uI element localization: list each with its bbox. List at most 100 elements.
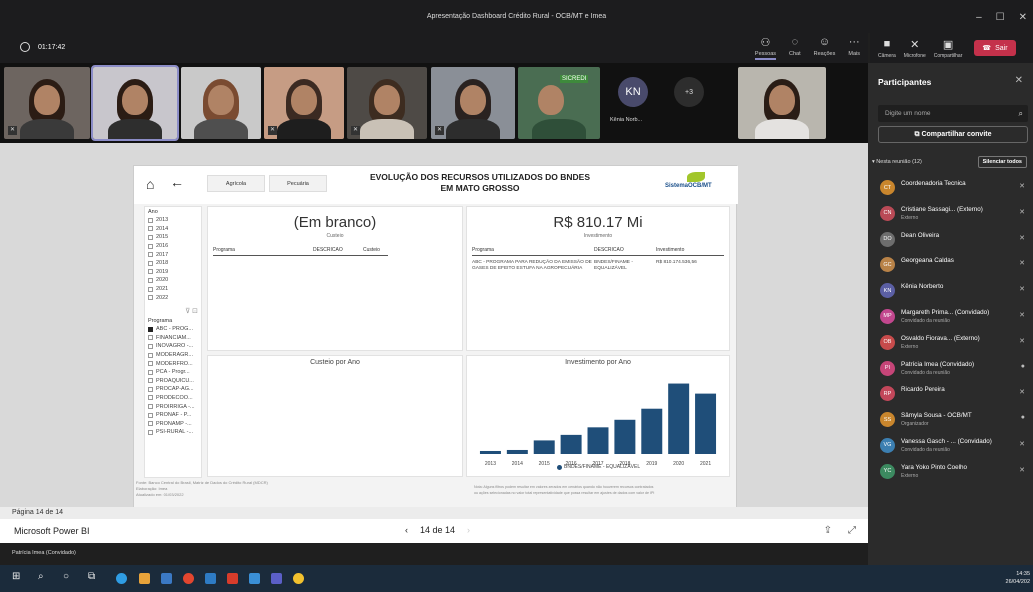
program-checkbox[interactable]: ABC - PROG...: [148, 325, 198, 334]
mic-status-icon: ●: [1020, 414, 1025, 422]
phone-icon: ☎: [982, 45, 992, 52]
program-checkbox[interactable]: MODERAGR...: [148, 351, 198, 360]
program-checkbox[interactable]: MODERFRO...: [148, 359, 198, 368]
maximize-button[interactable]: ☐: [996, 12, 1005, 23]
year-checkbox[interactable]: 2016: [148, 242, 198, 251]
program-checkbox[interactable]: PROIRRIGA -...: [148, 402, 198, 411]
program-checkbox[interactable]: PSI-RURAL -...: [148, 428, 198, 437]
meeting-toolbar: 01:17:42 ⚇ Pessoas ◌ Chat ☺ Reações ··· …: [0, 33, 868, 63]
program-checkbox[interactable]: INOVAGRO -...: [148, 342, 198, 351]
participant-row[interactable]: SS Sâmyla Sousa - OCB/MT Organizador ●: [868, 408, 1033, 434]
section-header[interactable]: ▾ Nesta reunião (12): [872, 159, 922, 165]
participant-row[interactable]: CT Coordenadoria Tecnica ✕: [868, 176, 1033, 202]
participant-row[interactable]: YC Yara Yoko Pinto Coelho Externo ✕: [868, 460, 1033, 486]
tab-pecuaria[interactable]: Pecuária: [269, 175, 327, 192]
camera-button[interactable]: ■ Câmera: [878, 38, 896, 59]
participant-row[interactable]: MP Margareth Prima... (Convidado) Convidad…: [868, 305, 1033, 331]
program-checkbox[interactable]: PRODECOO...: [148, 394, 198, 403]
year-checkbox[interactable]: 2013: [148, 216, 198, 225]
bar-2021[interactable]: [695, 393, 717, 454]
clear-filter-icon[interactable]: ⊽ ⊡: [148, 307, 198, 315]
store-icon[interactable]: [161, 573, 172, 584]
more-button[interactable]: ··· Mais: [848, 36, 860, 60]
year-checkbox[interactable]: 2018: [148, 259, 198, 268]
bar-2017[interactable]: [587, 427, 609, 454]
bar-2014[interactable]: [506, 449, 528, 454]
participant-row[interactable]: VG Vanessa Gasch - ... (Convidado) Convida…: [868, 434, 1033, 460]
program-checkbox[interactable]: PRONAF - P...: [148, 411, 198, 420]
system-clock[interactable]: 14:35 26/04/202: [1006, 570, 1030, 586]
cortana-icon[interactable]: ○: [63, 571, 69, 582]
video-tile[interactable]: ✕: [4, 67, 90, 139]
year-checkbox[interactable]: 2019: [148, 268, 198, 277]
fullscreen-icon[interactable]: ⤢: [848, 525, 856, 536]
video-tile-selected[interactable]: [91, 65, 179, 141]
chrome-icon[interactable]: [183, 573, 194, 584]
back-arrow-icon[interactable]: ←: [170, 174, 184, 190]
task-view-icon[interactable]: ⧉: [88, 571, 95, 582]
program-checkbox[interactable]: PROCAP-AG...: [148, 385, 198, 394]
overflow-count[interactable]: +3: [674, 77, 704, 107]
year-checkbox[interactable]: 2015: [148, 233, 198, 242]
leave-button[interactable]: ☎ Sair: [974, 40, 1016, 56]
file-explorer-icon[interactable]: [139, 573, 150, 584]
bar-2015[interactable]: [533, 440, 555, 454]
minimize-button[interactable]: –: [976, 12, 982, 23]
reactions-button[interactable]: ☺ Reações: [814, 36, 836, 60]
program-checkbox[interactable]: FINANCIAM...: [148, 334, 198, 343]
app-icon[interactable]: [227, 573, 238, 584]
participant-row[interactable]: PI Patrícia Imea (Convidado) Convidado da …: [868, 357, 1033, 383]
close-icon[interactable]: ✕: [1015, 75, 1023, 86]
share-icon[interactable]: ⇪: [824, 525, 832, 536]
bar-2016[interactable]: [560, 434, 582, 454]
video-tile[interactable]: SICREDI: [518, 67, 600, 139]
app-icon[interactable]: [293, 573, 304, 584]
bar-2020[interactable]: [668, 383, 690, 454]
video-tile[interactable]: [181, 67, 261, 139]
bar-2019[interactable]: [641, 408, 663, 454]
report-title-line2: EM MATO GROSSO: [440, 183, 520, 193]
home-icon[interactable]: ⌂: [146, 176, 154, 192]
video-tile-avatar[interactable]: KN Kênia Norb... +3: [604, 67, 724, 139]
tab-agricola[interactable]: Agrícola: [207, 175, 265, 192]
program-checkbox[interactable]: PRONAMP -...: [148, 419, 198, 428]
year-checkbox[interactable]: 2017: [148, 250, 198, 259]
bar-2018[interactable]: [614, 419, 636, 454]
col-custeio[interactable]: Custeio: [363, 247, 380, 253]
participant-row[interactable]: RP Ricardo Pereira ✕: [868, 382, 1033, 408]
participant-row[interactable]: CN Cristiane Sassagi... (Externo) Externo ✕: [868, 202, 1033, 228]
participant-row[interactable]: DO Dean Oliveira ✕: [868, 228, 1033, 254]
program-checkbox[interactable]: PCA - Progr...: [148, 368, 198, 377]
col-investimento[interactable]: Investimento: [656, 247, 684, 253]
program-checkbox[interactable]: PROAQUICU...: [148, 377, 198, 386]
teams-icon[interactable]: [271, 573, 282, 584]
search-icon[interactable]: ⌕: [38, 571, 44, 582]
share-tray-button[interactable]: ▣ Compartilhar: [934, 38, 963, 59]
close-window-button[interactable]: ✕: [1019, 12, 1027, 23]
video-tile[interactable]: ✕: [347, 67, 427, 139]
share-invite-button[interactable]: ⧉ Compartilhar convite: [878, 126, 1028, 143]
microphone-button[interactable]: ✕ Microfone: [904, 38, 926, 59]
participant-row[interactable]: OB Osvaldo Fiorava... (Externo) Externo ✕: [868, 331, 1033, 357]
video-tile[interactable]: ✕: [264, 67, 344, 139]
video-tile[interactable]: [738, 67, 826, 139]
year-checkbox[interactable]: 2014: [148, 225, 198, 234]
prev-page-button[interactable]: ‹: [405, 525, 408, 535]
participant-row[interactable]: KN Kênia Norberto ✕: [868, 279, 1033, 305]
year-checkbox[interactable]: 2022: [148, 293, 198, 302]
next-page-button[interactable]: ›: [467, 525, 470, 535]
app-icon[interactable]: [249, 573, 260, 584]
mute-all-button[interactable]: Silenciar todos: [977, 156, 1027, 168]
bar-2013[interactable]: [479, 450, 501, 454]
chat-button[interactable]: ◌ Chat: [789, 36, 801, 60]
video-tile[interactable]: ✕: [431, 67, 515, 139]
windows-start-icon[interactable]: ⊞: [12, 571, 20, 582]
investimento-chart: Investimento por Ano 2013 2014 2015 2016 201…: [466, 355, 730, 477]
edge-icon[interactable]: [116, 573, 127, 584]
year-checkbox[interactable]: 2021: [148, 285, 198, 294]
participant-row[interactable]: GC Georgeana Caldas ✕: [868, 253, 1033, 279]
participant-search-input[interactable]: Digite um nome ⌕: [878, 105, 1028, 122]
year-checkbox[interactable]: 2020: [148, 276, 198, 285]
people-button[interactable]: ⚇ Pessoas: [754, 36, 777, 60]
mail-icon[interactable]: [205, 573, 216, 584]
